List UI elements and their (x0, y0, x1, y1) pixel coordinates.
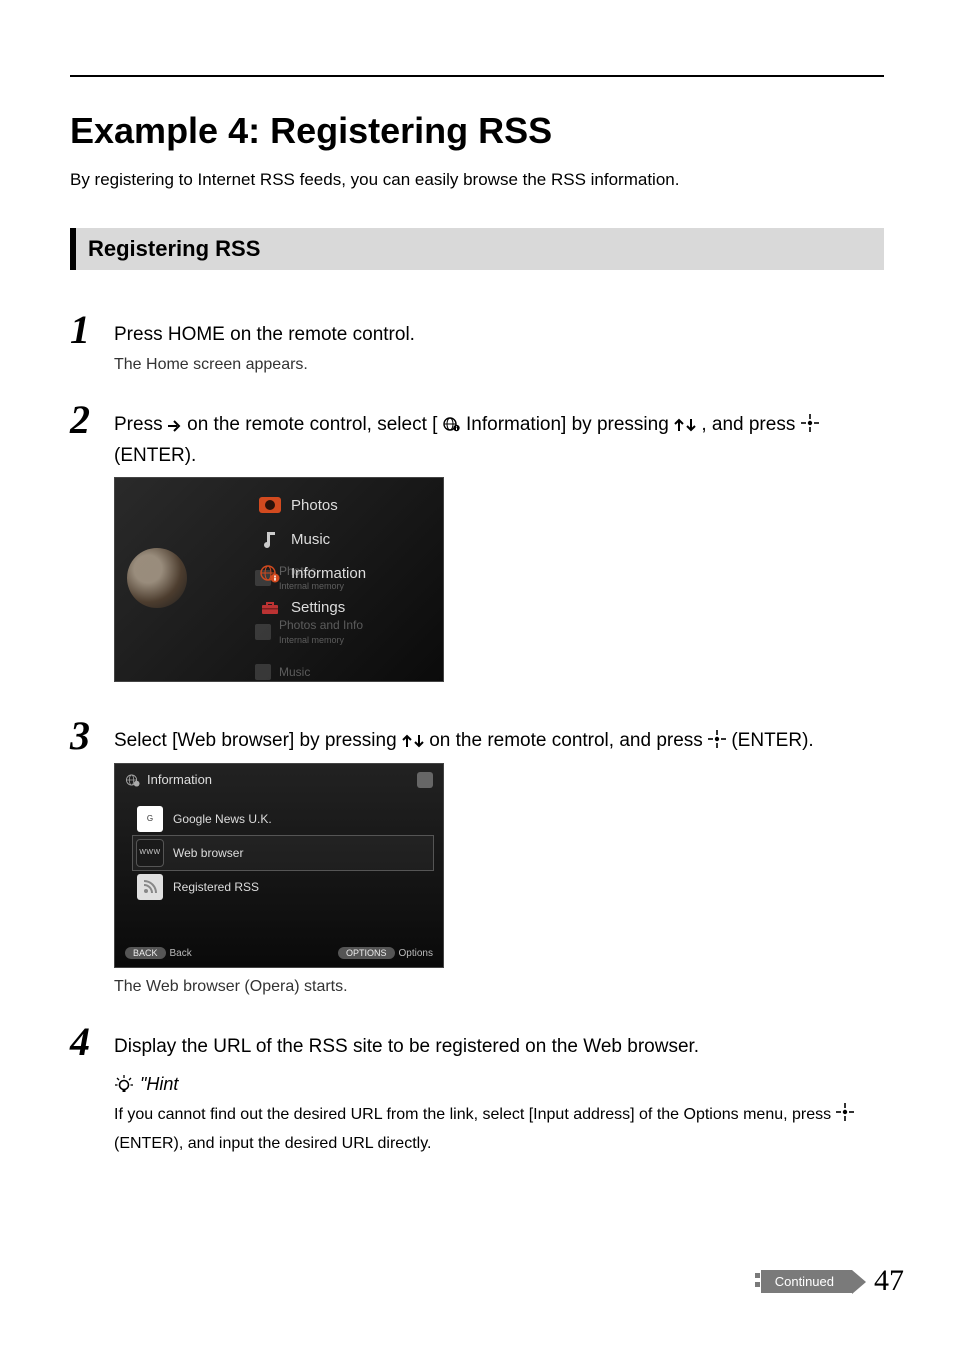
hint-label: "Hint (140, 1074, 178, 1095)
text: If you cannot find out the desired URL f… (114, 1106, 836, 1123)
step-1-subtext: The Home screen appears. (114, 356, 884, 374)
arrow-up-down-icon (402, 734, 424, 748)
step-2: 2 Press on the remote control, select [ … (70, 400, 884, 700)
step-number: 1 (70, 310, 114, 350)
globe-info-icon (125, 772, 141, 788)
rss-icon (137, 874, 163, 900)
menu-item-music[interactable]: Music (255, 522, 425, 556)
menu-item-settings[interactable]: Settings (255, 590, 425, 624)
screen-header: Information (125, 772, 212, 788)
text: (ENTER). (731, 730, 813, 751)
enter-icon (708, 730, 726, 748)
header-label: Information (147, 772, 212, 787)
label: Google News U.K. (173, 812, 272, 826)
top-rule (70, 75, 884, 77)
bg-tile: Music (255, 664, 310, 680)
step-number: 2 (70, 400, 114, 440)
step-4: 4 Display the URL of the RSS site to be … (70, 1022, 884, 1159)
step-2-text: Press on the remote control, select [ In… (114, 410, 884, 471)
intro-text: By registering to Internet RSS feeds, yo… (70, 170, 884, 190)
enter-icon (801, 414, 819, 432)
step-number: 3 (70, 716, 114, 756)
list-item-web-browser[interactable]: WWW Web browser (133, 836, 433, 870)
section-subheader: Registering RSS (70, 228, 884, 270)
label: Music (291, 531, 330, 548)
page-title: Example 4: Registering RSS (70, 110, 884, 152)
step-1-text: Press HOME on the remote control. (114, 320, 884, 350)
background-photo (127, 548, 187, 608)
label: Information (291, 565, 366, 582)
text: Information] by pressing (466, 414, 674, 435)
hint-text: If you cannot find out the desired URL f… (114, 1101, 884, 1159)
continued-badge: Continued (761, 1270, 852, 1293)
options-button[interactable]: OPTIONSOptions (338, 947, 433, 959)
arrow-right-icon (168, 420, 182, 432)
information-list-screenshot: Information G Google News U.K. WWW Web b… (114, 763, 444, 968)
text: on the remote control, select [ (187, 414, 437, 435)
google-icon: G (137, 806, 163, 832)
step-3: 3 Select [Web browser] by pressing on th… (70, 716, 884, 1005)
arrow-up-down-icon (674, 418, 696, 432)
label: Settings (291, 599, 345, 616)
hint-bulb-icon (114, 1074, 134, 1094)
main-menu: Photos Music Information Settings (255, 488, 425, 624)
step-3-text: Select [Web browser] by pressing on the … (114, 726, 884, 756)
screen-footer: BACKBack OPTIONSOptions (125, 947, 433, 959)
list-item-google-news[interactable]: G Google News U.K. (137, 802, 433, 836)
text: (ENTER). (114, 445, 196, 466)
step-1: 1 Press HOME on the remote control. The … (70, 310, 884, 384)
globe-info-icon (259, 562, 281, 584)
list-item-registered-rss[interactable]: Registered RSS (137, 870, 433, 904)
text: (ENTER), and input the desired URL direc… (114, 1135, 431, 1152)
menu-item-information[interactable]: Information (255, 556, 425, 590)
text: Select [Web browser] by pressing (114, 730, 402, 751)
text: Press (114, 414, 168, 435)
label: Web browser (173, 846, 243, 860)
page-number: 47 (874, 1264, 904, 1298)
toolbox-icon (259, 596, 281, 618)
page-footer: Continued 47 (70, 1264, 904, 1298)
text: on the remote control, and press (429, 730, 708, 751)
label: Photos (291, 497, 338, 514)
back-button[interactable]: BACKBack (125, 947, 192, 959)
menu-item-photos[interactable]: Photos (255, 488, 425, 522)
music-note-icon (259, 528, 281, 550)
step-number: 4 (70, 1022, 114, 1062)
rss-icon (417, 772, 433, 788)
camera-icon (259, 494, 281, 516)
label: Registered RSS (173, 880, 259, 894)
step-3-subtext: The Web browser (Opera) starts. (114, 978, 884, 996)
www-icon: WWW (137, 840, 163, 866)
hint-header: "Hint (114, 1074, 884, 1095)
home-menu-screenshot: PhotosInternal memory Photos and InfoInt… (114, 477, 444, 682)
globe-info-icon (443, 416, 461, 432)
enter-icon (836, 1103, 854, 1121)
text: , and press (701, 414, 800, 435)
step-4-text: Display the URL of the RSS site to be re… (114, 1032, 884, 1062)
